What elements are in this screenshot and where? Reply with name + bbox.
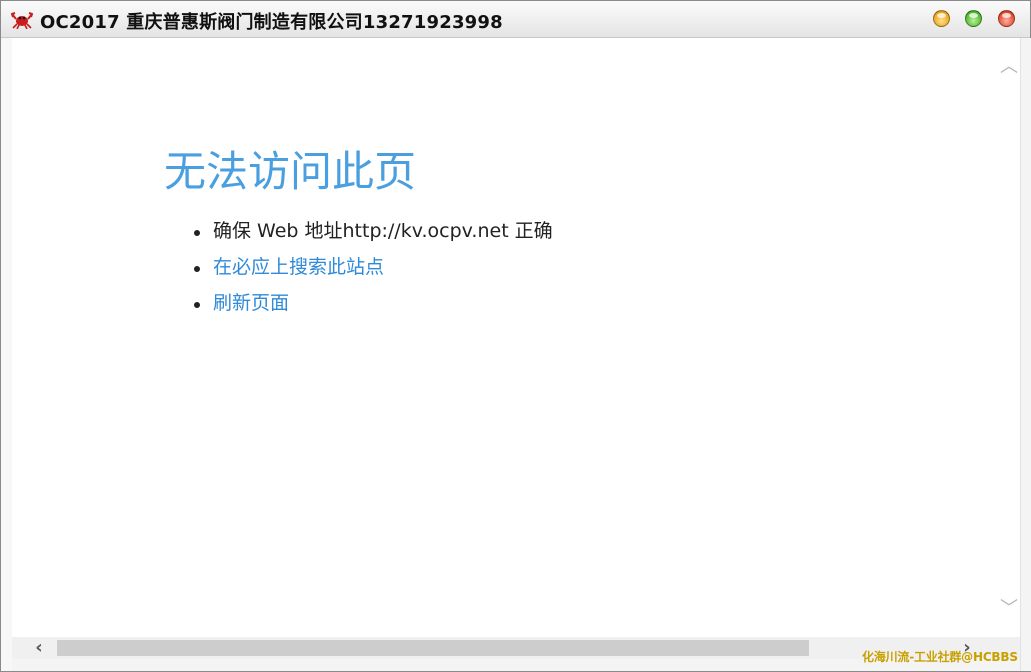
search-bing-link[interactable]: 在必应上搜索此站点 xyxy=(213,256,384,278)
scroll-down-icon[interactable]: ﹀ xyxy=(1000,600,1018,618)
scroll-up-icon[interactable]: ︿ xyxy=(1000,58,1018,76)
suggestion-refresh: 刷新页面 xyxy=(194,290,553,326)
watermark: 化海川流-工业社群@HCBBS xyxy=(862,650,1018,664)
vertical-scrollbar[interactable]: ︿ ﹀ xyxy=(998,38,1020,637)
suggestion-search-bing: 在必应上搜索此站点 xyxy=(194,254,553,290)
title-bar[interactable]: OC2017 重庆普惠斯阀门制造有限公司13271923998 xyxy=(1,1,1030,38)
scroll-left-icon[interactable]: ‹ xyxy=(30,639,48,657)
close-button[interactable] xyxy=(998,10,1015,27)
browser-window: OC2017 重庆普惠斯阀门制造有限公司13271923998 无法访问此页 确… xyxy=(0,0,1031,672)
suggestion-text: 确保 Web 地址http://kv.ocpv.net 正确 xyxy=(213,220,553,242)
window-right-border xyxy=(1020,38,1031,671)
minimize-button[interactable] xyxy=(933,10,950,27)
window-title: OC2017 重庆普惠斯阀门制造有限公司13271923998 xyxy=(40,12,503,33)
crab-icon xyxy=(11,12,33,29)
refresh-page-link[interactable]: 刷新页面 xyxy=(213,292,289,314)
suggestion-check-address: 确保 Web 地址http://kv.ocpv.net 正确 xyxy=(194,218,553,254)
error-title: 无法访问此页 xyxy=(164,147,417,196)
error-suggestions-list: 确保 Web 地址http://kv.ocpv.net 正确 在必应上搜索此站点… xyxy=(194,218,553,326)
window-left-border xyxy=(1,38,12,671)
page-viewport: 无法访问此页 确保 Web 地址http://kv.ocpv.net 正确 在必… xyxy=(12,38,998,637)
maximize-button[interactable] xyxy=(965,10,982,27)
horizontal-scroll-thumb[interactable] xyxy=(57,640,809,656)
